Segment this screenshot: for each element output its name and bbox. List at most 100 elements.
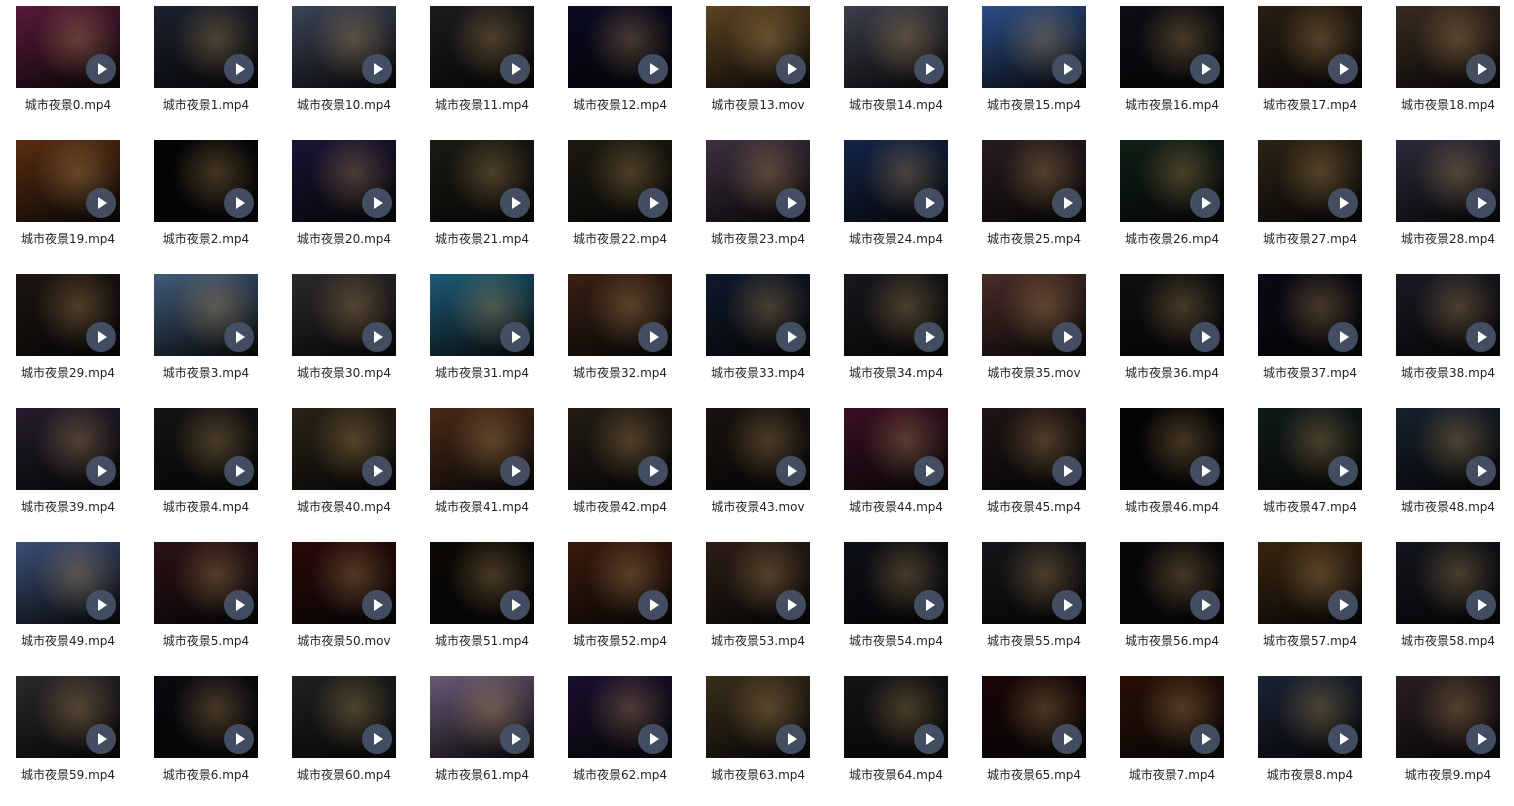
play-icon[interactable] xyxy=(362,590,392,620)
video-thumbnail[interactable] xyxy=(430,542,534,624)
video-file-item[interactable]: 城市夜景32.mp4 xyxy=(567,274,705,404)
video-thumbnail[interactable] xyxy=(568,676,672,758)
video-thumbnail[interactable] xyxy=(292,6,396,88)
video-file-item[interactable]: 城市夜景37.mp4 xyxy=(1257,274,1395,404)
play-icon[interactable] xyxy=(776,322,806,352)
play-icon[interactable] xyxy=(1466,590,1496,620)
video-thumbnail[interactable] xyxy=(1258,542,1362,624)
play-icon[interactable] xyxy=(362,456,392,486)
play-icon[interactable] xyxy=(638,724,668,754)
video-thumbnail[interactable] xyxy=(706,542,810,624)
play-icon[interactable] xyxy=(86,590,116,620)
play-icon[interactable] xyxy=(776,54,806,84)
video-thumbnail[interactable] xyxy=(982,408,1086,490)
video-file-item[interactable]: 城市夜景48.mp4 xyxy=(1395,408,1514,538)
video-thumbnail[interactable] xyxy=(1396,274,1500,356)
video-file-item[interactable]: 城市夜景9.mp4 xyxy=(1395,676,1514,806)
video-file-item[interactable]: 城市夜景33.mp4 xyxy=(705,274,843,404)
play-icon[interactable] xyxy=(1328,590,1358,620)
video-thumbnail[interactable] xyxy=(154,140,258,222)
video-file-item[interactable]: 城市夜景2.mp4 xyxy=(153,140,291,270)
video-file-item[interactable]: 城市夜景38.mp4 xyxy=(1395,274,1514,404)
video-thumbnail[interactable] xyxy=(844,140,948,222)
video-file-item[interactable]: 城市夜景27.mp4 xyxy=(1257,140,1395,270)
play-icon[interactable] xyxy=(1190,724,1220,754)
video-file-item[interactable]: 城市夜景63.mp4 xyxy=(705,676,843,806)
video-thumbnail[interactable] xyxy=(1120,6,1224,88)
video-thumbnail[interactable] xyxy=(292,274,396,356)
play-icon[interactable] xyxy=(1466,456,1496,486)
video-file-item[interactable]: 城市夜景44.mp4 xyxy=(843,408,981,538)
video-thumbnail[interactable] xyxy=(706,274,810,356)
video-thumbnail[interactable] xyxy=(16,542,120,624)
video-thumbnail[interactable] xyxy=(1120,140,1224,222)
video-thumbnail[interactable] xyxy=(16,274,120,356)
play-icon[interactable] xyxy=(1190,322,1220,352)
video-file-item[interactable]: 城市夜景51.mp4 xyxy=(429,542,567,672)
play-icon[interactable] xyxy=(1190,590,1220,620)
video-file-item[interactable]: 城市夜景24.mp4 xyxy=(843,140,981,270)
video-file-item[interactable]: 城市夜景62.mp4 xyxy=(567,676,705,806)
video-file-item[interactable]: 城市夜景45.mp4 xyxy=(981,408,1119,538)
video-thumbnail[interactable] xyxy=(1120,676,1224,758)
play-icon[interactable] xyxy=(500,54,530,84)
video-file-item[interactable]: 城市夜景12.mp4 xyxy=(567,6,705,136)
play-icon[interactable] xyxy=(86,54,116,84)
video-file-item[interactable]: 城市夜景36.mp4 xyxy=(1119,274,1257,404)
video-thumbnail[interactable] xyxy=(430,6,534,88)
video-thumbnail[interactable] xyxy=(1258,140,1362,222)
video-file-item[interactable]: 城市夜景65.mp4 xyxy=(981,676,1119,806)
video-thumbnail[interactable] xyxy=(1120,542,1224,624)
video-thumbnail[interactable] xyxy=(154,676,258,758)
video-file-item[interactable]: 城市夜景43.mov xyxy=(705,408,843,538)
video-thumbnail[interactable] xyxy=(1396,676,1500,758)
video-thumbnail[interactable] xyxy=(568,542,672,624)
video-file-item[interactable]: 城市夜景7.mp4 xyxy=(1119,676,1257,806)
play-icon[interactable] xyxy=(224,322,254,352)
play-icon[interactable] xyxy=(1466,322,1496,352)
video-thumbnail[interactable] xyxy=(430,676,534,758)
video-file-item[interactable]: 城市夜景61.mp4 xyxy=(429,676,567,806)
video-thumbnail[interactable] xyxy=(16,408,120,490)
play-icon[interactable] xyxy=(638,54,668,84)
play-icon[interactable] xyxy=(224,456,254,486)
video-file-item[interactable]: 城市夜景25.mp4 xyxy=(981,140,1119,270)
video-thumbnail[interactable] xyxy=(1120,408,1224,490)
video-file-item[interactable]: 城市夜景47.mp4 xyxy=(1257,408,1395,538)
video-thumbnail[interactable] xyxy=(844,676,948,758)
play-icon[interactable] xyxy=(86,724,116,754)
play-icon[interactable] xyxy=(914,54,944,84)
video-file-item[interactable]: 城市夜景40.mp4 xyxy=(291,408,429,538)
video-thumbnail[interactable] xyxy=(982,676,1086,758)
video-file-item[interactable]: 城市夜景60.mp4 xyxy=(291,676,429,806)
video-file-item[interactable]: 城市夜景0.mp4 xyxy=(15,6,153,136)
video-thumbnail[interactable] xyxy=(154,542,258,624)
video-file-item[interactable]: 城市夜景55.mp4 xyxy=(981,542,1119,672)
play-icon[interactable] xyxy=(86,322,116,352)
play-icon[interactable] xyxy=(776,590,806,620)
video-file-item[interactable]: 城市夜景19.mp4 xyxy=(15,140,153,270)
play-icon[interactable] xyxy=(1190,188,1220,218)
video-file-item[interactable]: 城市夜景57.mp4 xyxy=(1257,542,1395,672)
video-file-item[interactable]: 城市夜景31.mp4 xyxy=(429,274,567,404)
play-icon[interactable] xyxy=(1190,456,1220,486)
video-thumbnail[interactable] xyxy=(1396,6,1500,88)
video-file-item[interactable]: 城市夜景39.mp4 xyxy=(15,408,153,538)
play-icon[interactable] xyxy=(914,322,944,352)
video-file-item[interactable]: 城市夜景34.mp4 xyxy=(843,274,981,404)
play-icon[interactable] xyxy=(1466,188,1496,218)
play-icon[interactable] xyxy=(1328,322,1358,352)
video-file-item[interactable]: 城市夜景50.mov xyxy=(291,542,429,672)
video-file-item[interactable]: 城市夜景29.mp4 xyxy=(15,274,153,404)
play-icon[interactable] xyxy=(1466,724,1496,754)
video-thumbnail[interactable] xyxy=(292,676,396,758)
video-thumbnail[interactable] xyxy=(844,542,948,624)
video-file-item[interactable]: 城市夜景15.mp4 xyxy=(981,6,1119,136)
video-file-item[interactable]: 城市夜景56.mp4 xyxy=(1119,542,1257,672)
video-file-item[interactable]: 城市夜景4.mp4 xyxy=(153,408,291,538)
play-icon[interactable] xyxy=(914,724,944,754)
play-icon[interactable] xyxy=(224,54,254,84)
play-icon[interactable] xyxy=(1052,188,1082,218)
video-file-item[interactable]: 城市夜景53.mp4 xyxy=(705,542,843,672)
video-thumbnail[interactable] xyxy=(982,6,1086,88)
